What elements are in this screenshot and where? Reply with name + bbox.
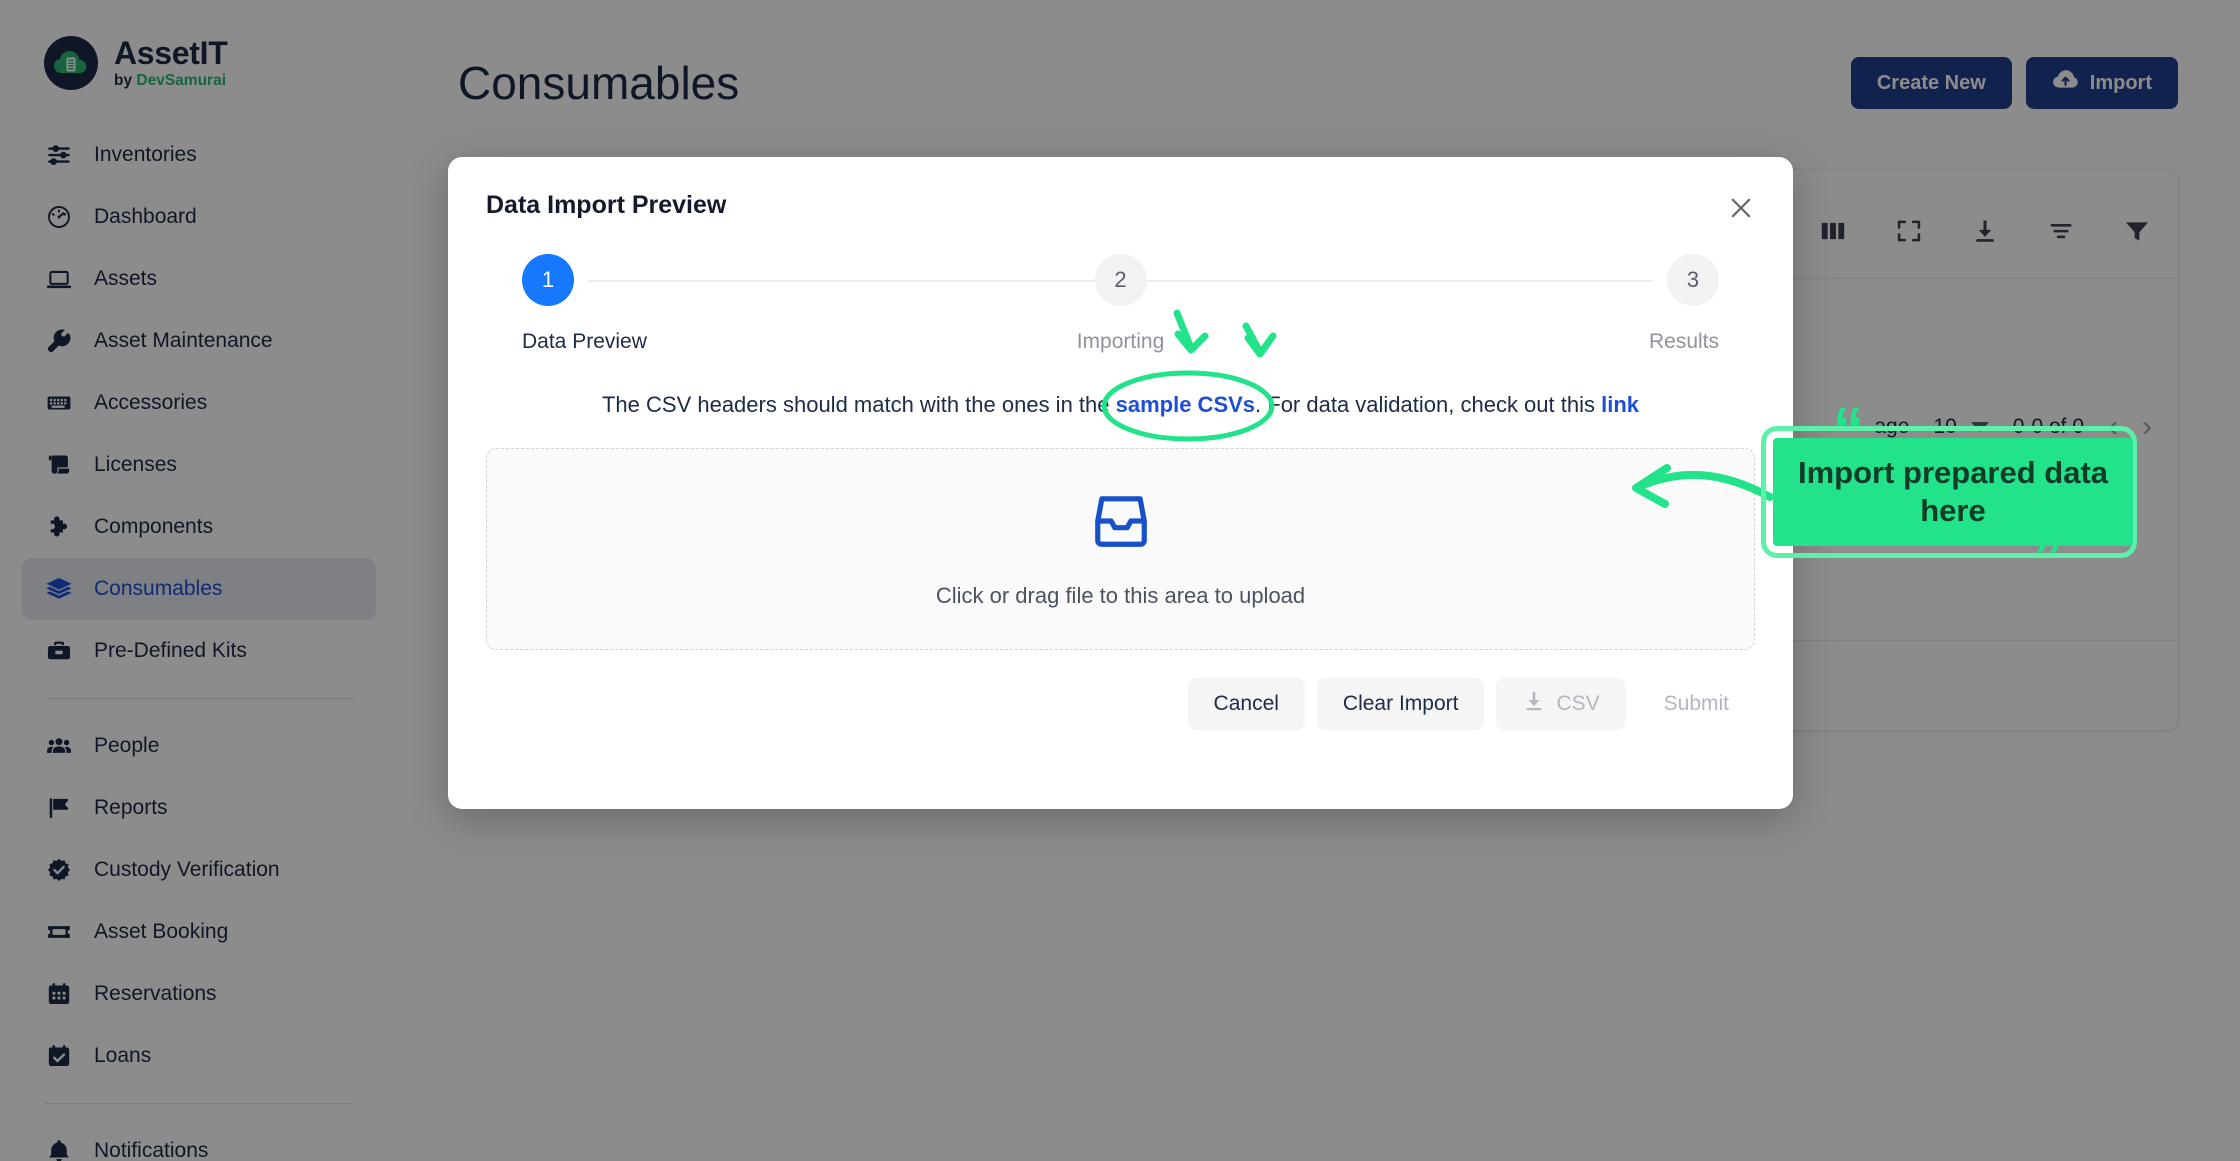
csv-download-button: CSV	[1496, 678, 1626, 730]
step-3-label: Results	[1648, 330, 1719, 353]
clear-import-button[interactable]: Clear Import	[1316, 678, 1485, 730]
step-3-indicator[interactable]: 3	[1667, 254, 1719, 306]
step-2-label: Importing	[1076, 330, 1165, 353]
modal-footer: Cancel Clear Import CSV Submit	[486, 678, 1755, 730]
import-stepper: 1 2 3	[522, 254, 1719, 308]
modal-title: Data Import Preview	[486, 191, 727, 219]
dropzone-label: Click or drag file to this area to uploa…	[935, 582, 1306, 608]
app-root: AssetIT by DevSamurai Inventories Dashbo…	[0, 0, 2240, 1161]
callout-box: Import prepared data here	[1773, 438, 2133, 546]
cancel-button[interactable]: Cancel	[1187, 678, 1305, 730]
download-icon	[1522, 689, 1546, 719]
validation-link[interactable]: link	[1601, 392, 1639, 417]
sample-csvs-link[interactable]: sample CSVs	[1116, 392, 1255, 417]
step-2-indicator[interactable]: 2	[1094, 254, 1147, 306]
data-import-preview-modal: Data Import Preview 1 2 3 Data Preview I…	[448, 157, 1793, 809]
close-icon[interactable]	[1725, 193, 1757, 225]
step-1-indicator[interactable]: 1	[522, 254, 574, 306]
submit-label: Submit	[1663, 692, 1729, 715]
file-dropzone[interactable]: Click or drag file to this area to uploa…	[486, 448, 1755, 650]
csv-hint-text: The CSV headers should match with the on…	[486, 392, 1755, 418]
hint-part-1: The CSV headers should match with the on…	[601, 392, 1116, 417]
inbox-tray-icon	[1090, 490, 1152, 557]
step-1-label: Data Preview	[522, 330, 647, 353]
stepper-labels: Data Preview Importing Results	[522, 330, 1719, 362]
cancel-label: Cancel	[1213, 692, 1279, 715]
csv-label: CSV	[1556, 692, 1600, 715]
clear-import-label: Clear Import	[1342, 692, 1459, 715]
hint-part-2: . For data validation, check out this	[1255, 392, 1602, 417]
submit-button: Submit	[1638, 678, 1755, 730]
